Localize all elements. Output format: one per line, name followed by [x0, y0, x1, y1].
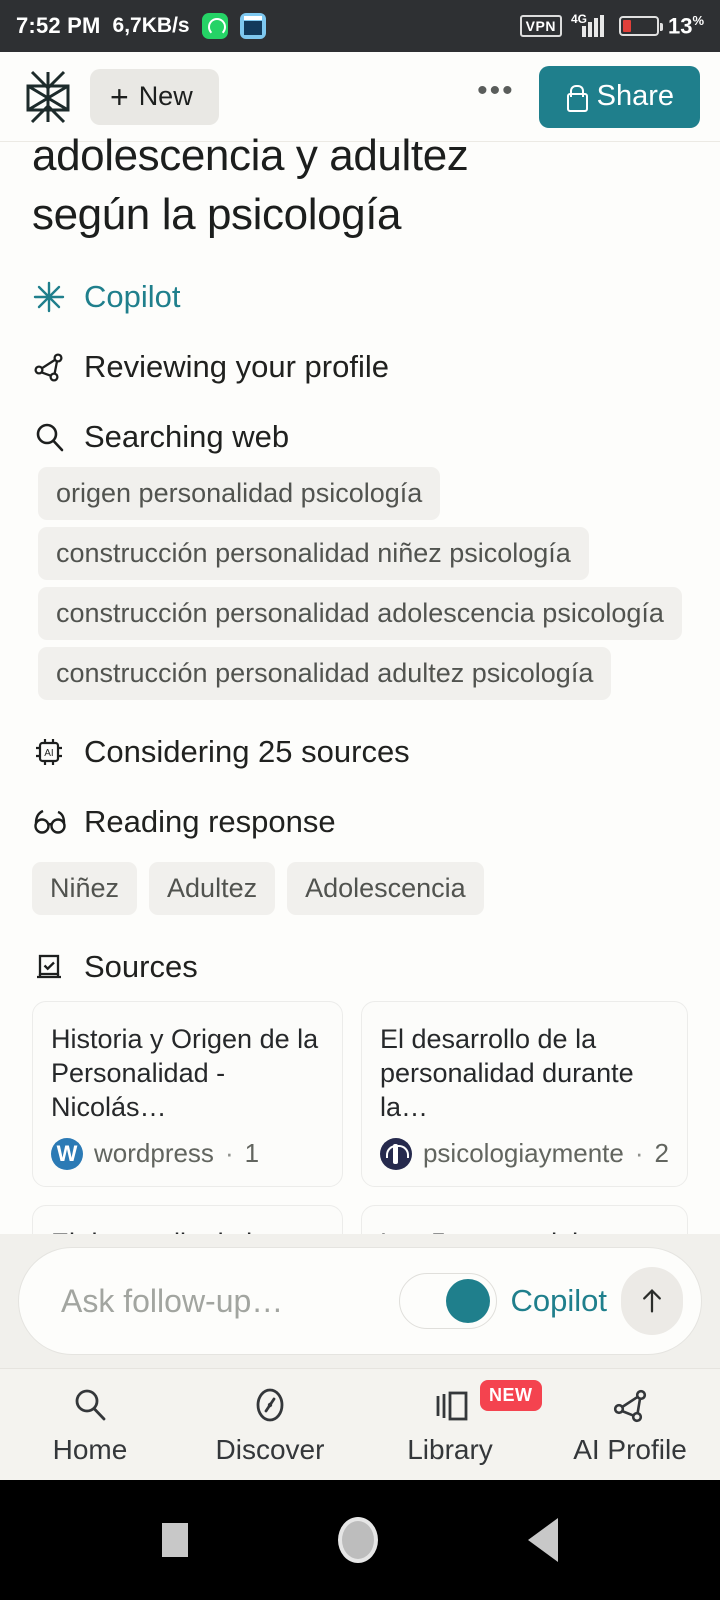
page-title-line-2: según la psicología — [32, 190, 402, 240]
more-options-icon[interactable]: ••• — [477, 74, 525, 120]
android-navigation-bar — [0, 1480, 720, 1600]
nav-label-library: Library — [407, 1433, 493, 1465]
status-bar-left: 7:52 PM 6,7KB/s — [16, 13, 266, 39]
step-searching-web: Searching web — [32, 419, 688, 455]
library-icon: NEW — [428, 1379, 542, 1426]
step-sources-label: Sources — [84, 948, 198, 984]
source-card[interactable]: El desarrollo de la personalidad durante… — [360, 1000, 688, 1187]
network-speed: 6,7KB/s — [112, 14, 190, 37]
copilot-toggle[interactable] — [398, 1273, 497, 1329]
compass-icon — [250, 1384, 290, 1426]
search-icon — [32, 420, 66, 454]
reading-topic-chip[interactable]: Adultez — [149, 861, 276, 915]
step-reviewing-profile: Reviewing your profile — [32, 349, 688, 385]
library-new-badge: NEW — [480, 1379, 542, 1411]
new-thread-button[interactable]: + New — [90, 68, 219, 125]
status-clock: 7:52 PM — [16, 13, 101, 38]
source-index: 2 — [654, 1138, 669, 1169]
plus-icon: + — [110, 78, 129, 115]
home-button-icon[interactable] — [338, 1517, 378, 1563]
network-icon — [32, 350, 66, 384]
source-title: Historia y Origen de la Personalidad - N… — [51, 1023, 319, 1122]
step-considering-sources: AI Considering 25 sources — [32, 734, 688, 770]
vpn-icon: VPN — [519, 14, 562, 37]
step-sources: Sources — [32, 949, 688, 985]
lock-icon — [565, 84, 588, 112]
whatsapp-icon — [201, 13, 228, 39]
psicologiaymente-icon — [379, 1137, 412, 1170]
source-meta: psicologiaymente · 2 — [379, 1137, 669, 1170]
step-reviewing-profile-label: Reviewing your profile — [84, 348, 389, 384]
search-query-chip[interactable]: construcción personalidad adultez psicol… — [38, 646, 612, 700]
send-button[interactable] — [621, 1267, 683, 1335]
wordpress-icon: W — [51, 1137, 83, 1170]
source-site: psicologiaymente — [422, 1138, 624, 1169]
nav-item-discover[interactable]: Discover — [180, 1384, 360, 1466]
app-screen: 7:52 PM 6,7KB/s VPN 4G 13% + New ••• Sha… — [0, 0, 720, 1600]
status-bar: 7:52 PM 6,7KB/s VPN 4G 13% — [0, 0, 720, 52]
perplexity-logo-icon[interactable] — [20, 68, 76, 126]
page-title-line-1: adolescencia y adultez — [32, 131, 469, 180]
search-query-chip[interactable]: construcción personalidad adolescencia p… — [38, 586, 682, 640]
reading-topic-chips: Niñez Adultez Adolescencia — [32, 852, 688, 915]
search-icon — [70, 1384, 110, 1426]
new-thread-label: New — [138, 81, 193, 111]
battery-percent-value: 13 — [667, 13, 693, 39]
ai-chip-icon: AI — [32, 735, 66, 769]
back-button-icon[interactable] — [528, 1518, 558, 1562]
step-reading-response-label: Reading response — [84, 803, 336, 839]
source-meta: W wordpress · 1 — [51, 1137, 324, 1170]
followup-input[interactable]: Ask follow-up… — [61, 1283, 385, 1320]
glasses-icon — [32, 805, 66, 839]
step-searching-web-label: Searching web — [84, 418, 290, 454]
signal-icon: 4G — [570, 11, 610, 37]
page-title: adolescencia y adultez según la psicolog… — [32, 126, 688, 245]
nav-item-library[interactable]: NEW Library — [360, 1379, 542, 1466]
sparkle-icon — [32, 280, 66, 314]
recents-button-icon[interactable] — [162, 1523, 188, 1557]
copilot-toggle-label: Copilot — [510, 1283, 608, 1318]
nav-label-discover: Discover — [215, 1433, 325, 1465]
share-label: Share — [596, 80, 674, 112]
step-reading-response: Reading response — [32, 804, 688, 840]
share-button[interactable]: Share — [538, 65, 700, 128]
search-query-chip[interactable]: origen personalidad psicología — [38, 466, 441, 520]
source-card[interactable]: Historia y Origen de la Personalidad - N… — [32, 1000, 343, 1187]
source-separator: · — [224, 1138, 234, 1169]
network-icon — [610, 1384, 650, 1426]
source-index: 1 — [244, 1138, 260, 1169]
svg-text:AI: AI — [44, 748, 53, 759]
step-copilot-label: Copilot — [84, 278, 181, 314]
followup-bar: Ask follow-up… Copilot — [0, 1234, 720, 1368]
battery-icon — [618, 15, 663, 36]
step-considering-sources-label: Considering 25 sources — [84, 733, 410, 769]
app-notification-icon — [239, 13, 266, 39]
source-title: El desarrollo de la personalidad durante… — [379, 1023, 634, 1122]
bottom-navigation: Home Discover NEW Library AI Profile — [0, 1368, 720, 1480]
battery-percent: 13% — [668, 13, 704, 39]
source-site: wordpress — [94, 1138, 214, 1169]
percent-symbol: % — [692, 12, 704, 28]
search-query-chip[interactable]: construcción personalidad niñez psicolog… — [38, 526, 589, 580]
nav-item-home[interactable]: Home — [0, 1384, 180, 1466]
ballot-check-icon — [32, 950, 66, 984]
nav-item-ai-profile[interactable]: AI Profile — [540, 1384, 720, 1466]
reading-topic-chip[interactable]: Adolescencia — [287, 861, 484, 915]
nav-label-home: Home — [52, 1433, 128, 1465]
nav-label-ai-profile: AI Profile — [573, 1433, 687, 1465]
network-type-label: 4G — [570, 11, 587, 26]
reading-topic-chip[interactable]: Niñez — [32, 861, 138, 915]
source-separator: · — [634, 1138, 644, 1169]
step-copilot: Copilot — [32, 279, 688, 315]
followup-input-container[interactable]: Ask follow-up… Copilot — [18, 1247, 702, 1355]
search-query-chips: origen personalidad psicología construcc… — [32, 466, 688, 700]
status-bar-right: VPN 4G 13% — [519, 11, 704, 39]
